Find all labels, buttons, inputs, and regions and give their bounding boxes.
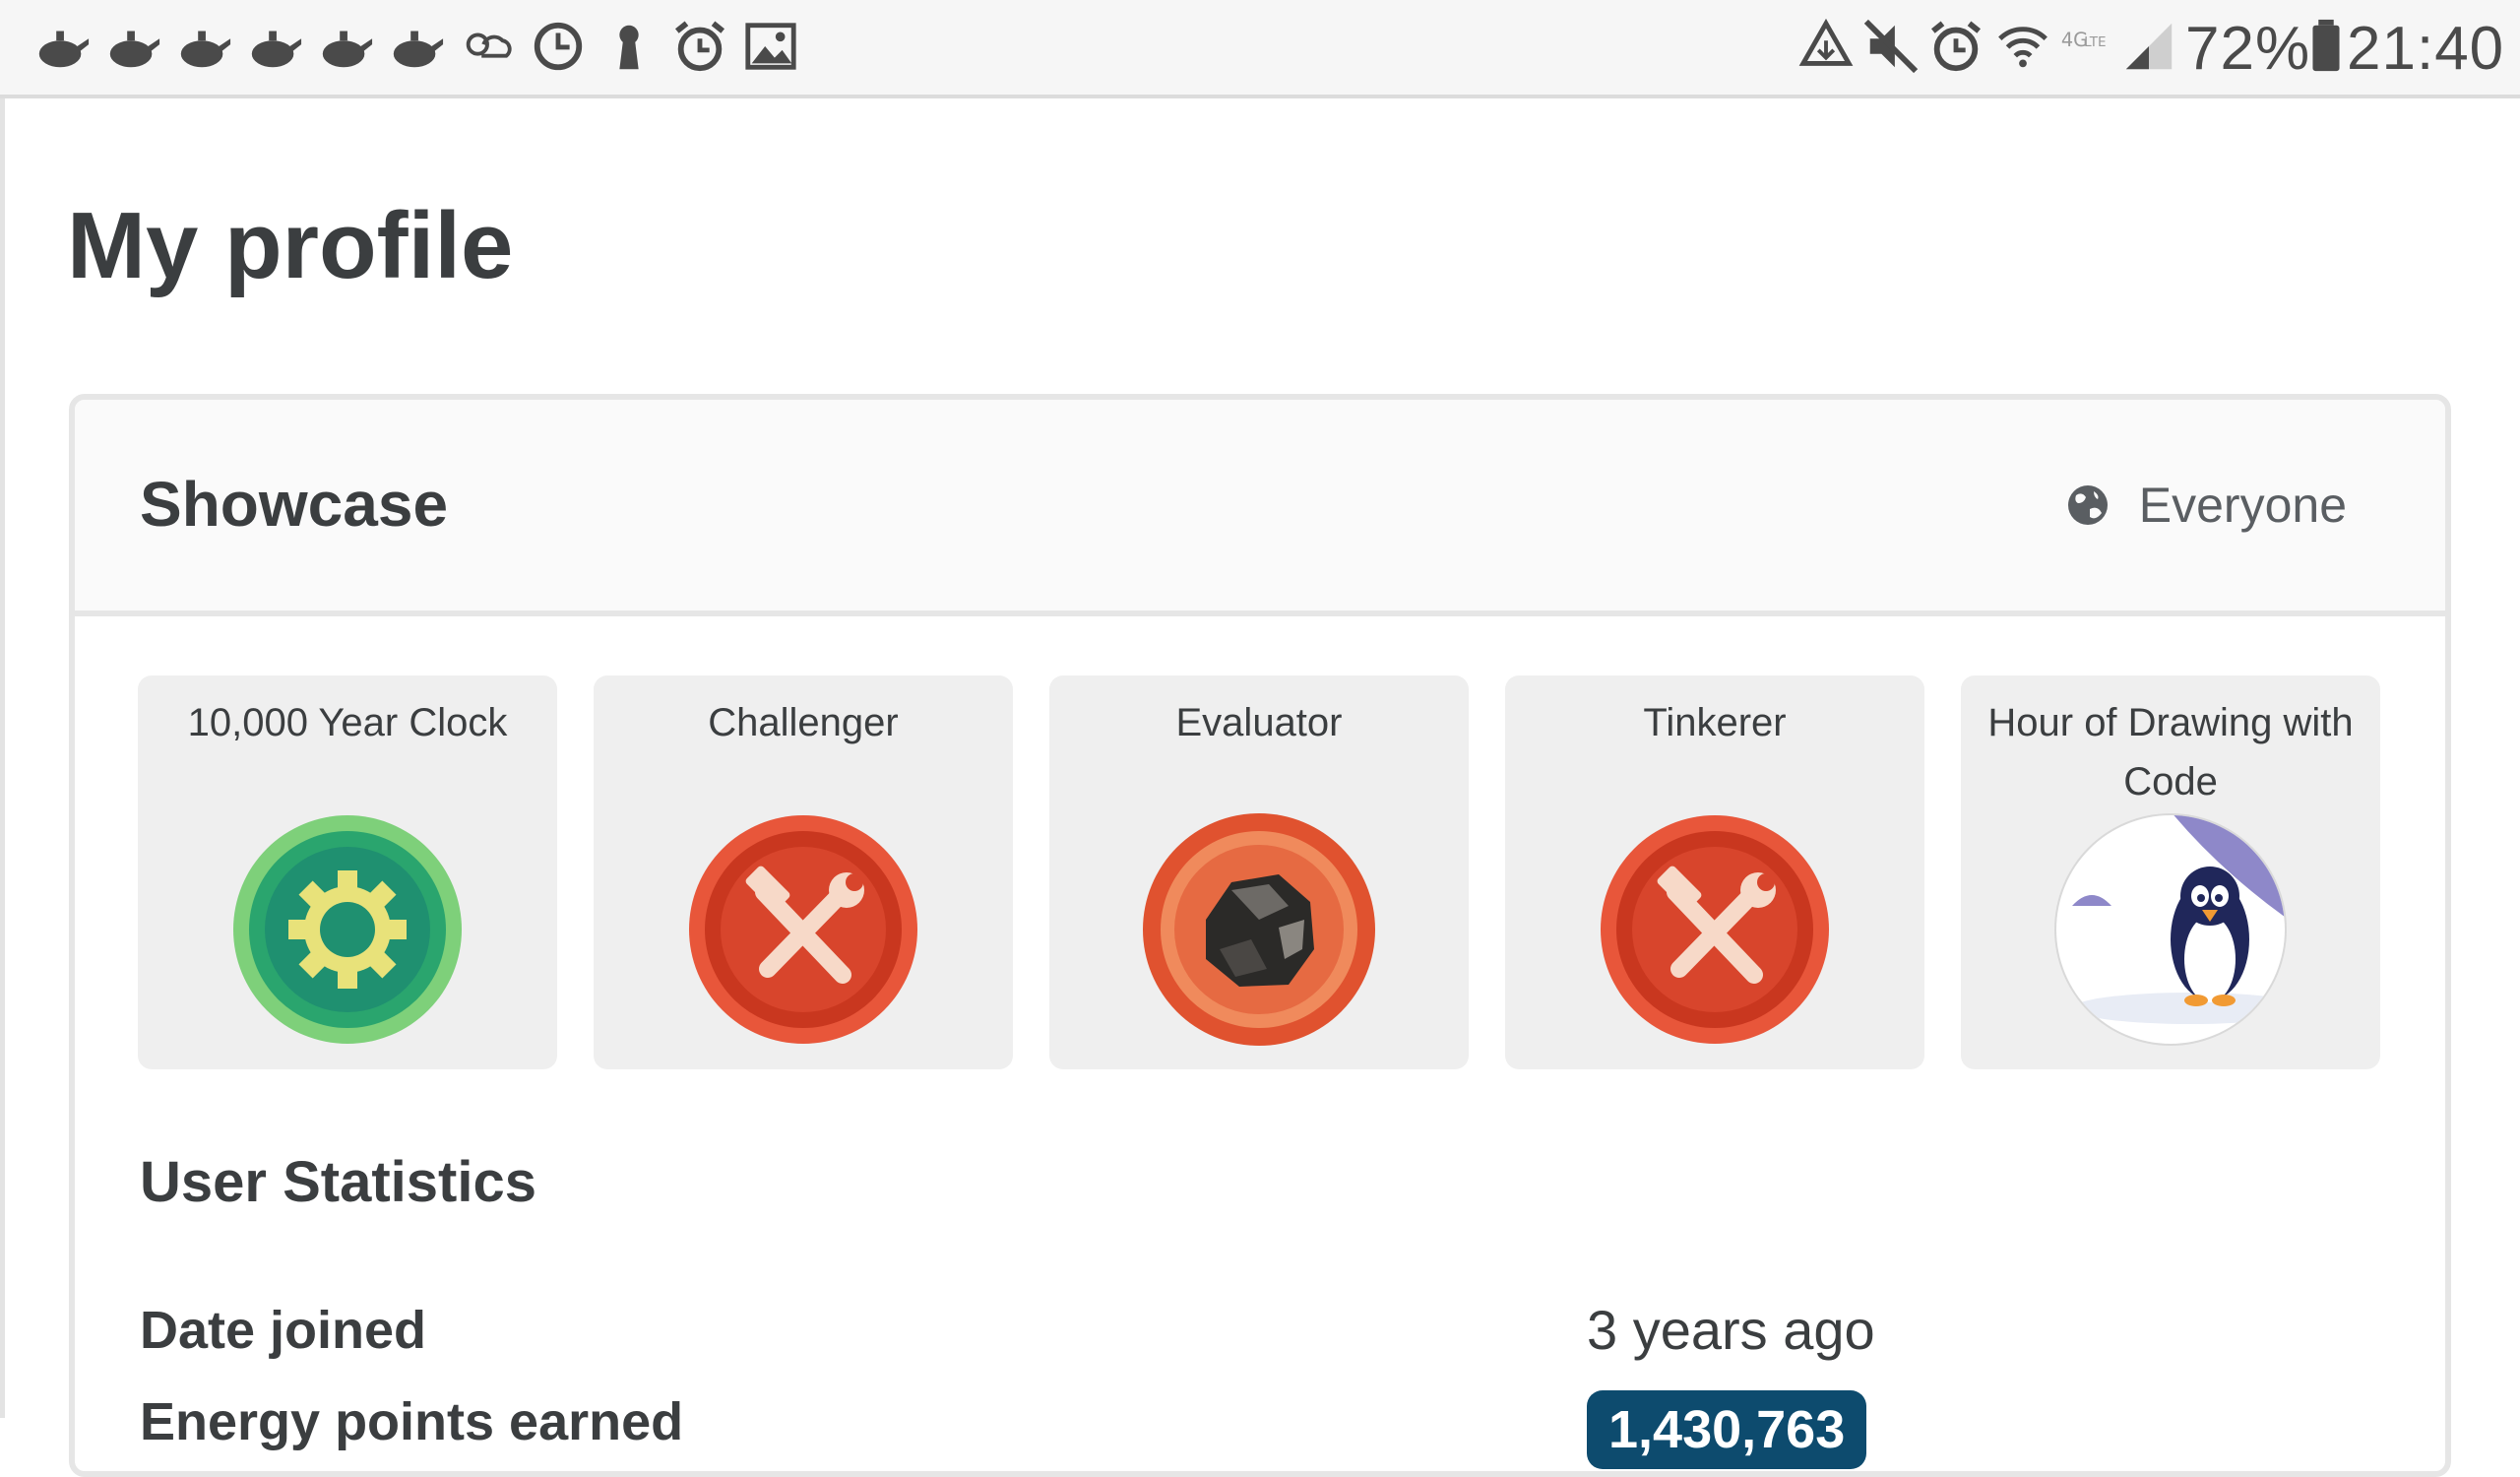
4g-lte-icon: 4GLTE [2061, 29, 2107, 51]
badge-name: Challenger [708, 701, 899, 744]
badge-name: Hour of Drawing with Code [1987, 701, 2354, 803]
recycle-icon [1798, 18, 1854, 66]
stat-row-energy-points: Energy points earned 1,430,763 [140, 1382, 2404, 1469]
alarm-icon [1930, 21, 1982, 72]
badge-name: Evaluator [1175, 701, 1343, 744]
globe-icon [2067, 485, 2108, 525]
visibility-selector[interactable]: Everyone [2066, 471, 2347, 540]
keyhole-icon [619, 25, 639, 70]
page-title: My profile [67, 193, 514, 298]
left-edge [0, 98, 5, 1418]
clock-time: 21:40 [2347, 15, 2505, 83]
badge-name: 10,000 Year Clock [187, 701, 508, 744]
mute-icon [1863, 19, 1919, 74]
badge-tile[interactable]: Evaluator [1049, 675, 1469, 1069]
energy-points-badge: 1,430,763 [1587, 1390, 1867, 1469]
wifi-icon [1998, 27, 2048, 68]
stat-row-date-joined: Date joined 3 years ago [140, 1291, 2404, 1370]
image-icon [745, 23, 796, 70]
gear-badge-icon [233, 815, 462, 1044]
signal-icon [2125, 23, 2173, 70]
showcase-title: Showcase [140, 469, 449, 540]
rock-badge-icon [1143, 813, 1375, 1046]
battery-percent: 72% [2185, 15, 2311, 83]
showcase-card: Showcase Everyone 10,000 Year Clock Chal… [69, 394, 2451, 1477]
svg-text:LTE: LTE [2084, 34, 2106, 50]
tools-badge-icon [689, 815, 917, 1044]
teapot-icon [393, 31, 444, 68]
teapot-icon [38, 31, 90, 68]
badge-tile[interactable]: Challenger [594, 675, 1013, 1069]
showcase-header: Showcase Everyone [75, 400, 2445, 616]
badge-tile[interactable]: 10,000 Year Clock [138, 675, 557, 1069]
badge-tile[interactable]: Hour of Drawing with Code [1961, 675, 2380, 1069]
badge-list: 10,000 Year Clock Challenger Evaluator T… [138, 675, 2382, 1069]
stat-label: Energy points earned [140, 1392, 684, 1451]
teapot-icon [251, 31, 302, 68]
tools-badge-icon [1601, 815, 1829, 1044]
penguin-badge-icon [2054, 813, 2287, 1046]
teapot-icon [109, 31, 160, 68]
teapot-icon [180, 31, 231, 68]
visibility-label: Everyone [2138, 478, 2347, 533]
weather-icon [466, 32, 512, 58]
badge-name: Tinkerer [1643, 701, 1787, 744]
teapot-icon [322, 31, 373, 68]
stat-value: 3 years ago [1587, 1299, 1875, 1361]
stat-label: Date joined [140, 1301, 427, 1360]
badge-tile[interactable]: Tinkerer [1505, 675, 1924, 1069]
user-statistics-title: User Statistics [140, 1150, 536, 1214]
clock-icon [534, 22, 583, 71]
alarm-icon [674, 21, 725, 72]
status-bar: 4G LTE 72% 21:40 [0, 0, 2520, 98]
